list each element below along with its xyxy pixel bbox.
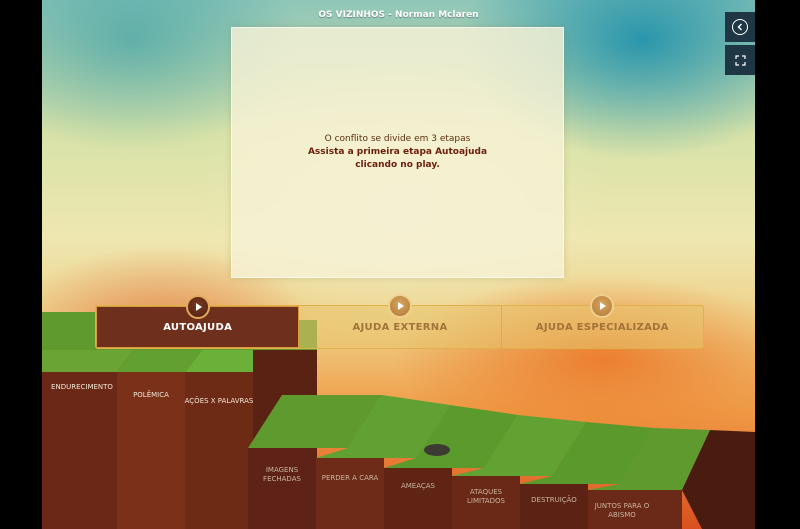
back-arrow-icon	[732, 19, 748, 35]
step-label-perder-a-cara: PERDER A CARA	[321, 474, 379, 482]
video-instruction-line2: Assista a primeira etapa Autoajuda	[307, 147, 488, 157]
stage-tabs: AUTOAJUDA AJUDA EXTERNA AJUDA ESPECIALIZ…	[95, 294, 704, 349]
step-label-ataques-limitados: ATAQUES LIMITADOS	[467, 488, 505, 505]
step-label-juntos-para-o-abismo: JUNTOS PARA O ABISMO	[594, 502, 650, 519]
tab-label: AUTOAJUDA	[163, 321, 233, 333]
scene: OS VIZINHOS - Norman Mclaren O conflito …	[42, 0, 755, 529]
step-label-destruicao: DESTRUIÇÃO	[531, 496, 577, 504]
play-icon[interactable]	[590, 294, 615, 318]
tab-autoajuda[interactable]: AUTOAJUDA	[96, 295, 300, 348]
title-bar: OS VIZINHOS - Norman Mclaren	[42, 0, 755, 30]
step-label-endurecimento: ENDURECIMENTO	[51, 383, 113, 391]
tab-label: AJUDA EXTERNA	[352, 321, 448, 333]
back-button[interactable]	[725, 12, 755, 42]
tab-label: AJUDA ESPECIALIZADA	[535, 321, 669, 333]
tab-ajuda-especializada[interactable]: AJUDA ESPECIALIZADA	[502, 294, 703, 348]
play-icon[interactable]	[185, 295, 210, 319]
video-instruction-line3: clicando no play.	[355, 160, 440, 170]
expand-icon	[734, 54, 746, 66]
play-icon[interactable]	[387, 294, 412, 318]
step-label-acoes-palavras: AÇÕES x PALAVRAS	[184, 397, 254, 405]
tab-ajuda-externa[interactable]: AJUDA EXTERNA	[299, 294, 502, 348]
expand-button[interactable]	[725, 45, 755, 75]
step-label-ameacas: AMEAÇAS	[400, 482, 436, 490]
page-title: OS VIZINHOS - Norman Mclaren	[318, 10, 479, 20]
video-panel[interactable]: O conflito se divide em 3 etapas Assista…	[231, 27, 564, 278]
step-label-polemica: POLÊMICA	[133, 391, 169, 399]
video-instruction-line1: O conflito se divide em 3 etapas	[324, 134, 471, 144]
step-label-imagens-fechadas: IMAGENS FECHADAS	[263, 466, 301, 483]
